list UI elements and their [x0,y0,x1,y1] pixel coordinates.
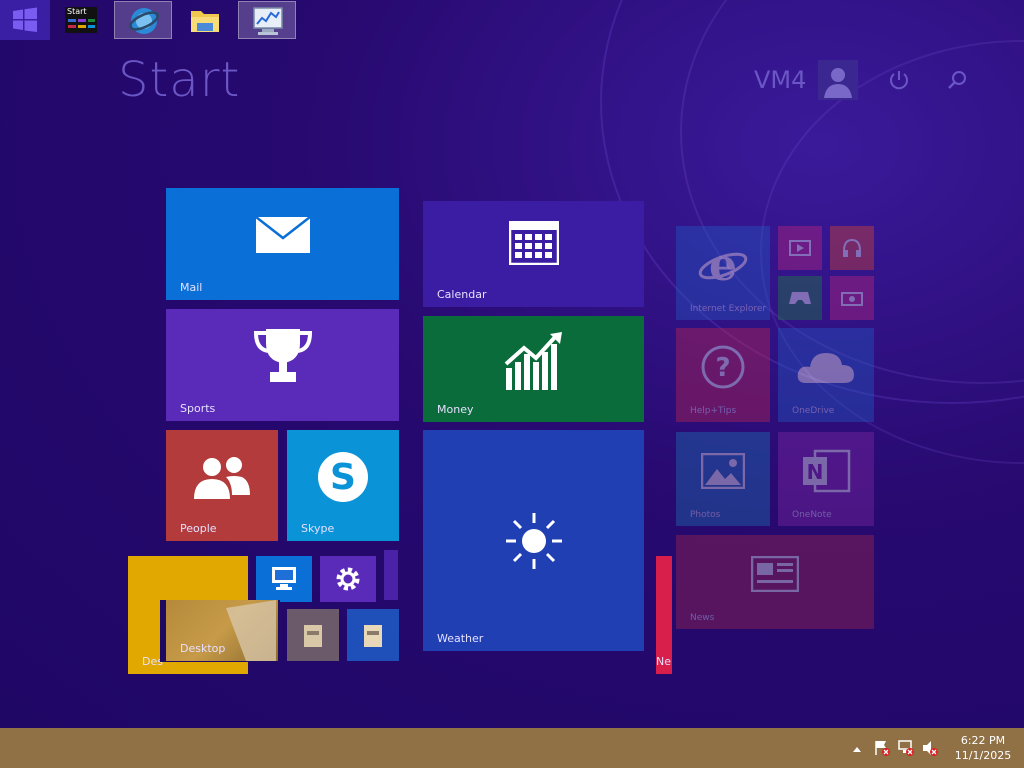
folder-icon [304,625,322,647]
headphones-icon [843,238,861,257]
tile-label: Sports [180,402,216,415]
search-button[interactable] [945,68,969,92]
ie-icon: e [698,240,748,290]
tile-label: OneDrive [792,406,835,416]
network-disconnected-icon [898,740,914,756]
user-name[interactable]: VM4 [754,66,806,94]
folder-icon [364,625,382,647]
show-hidden-icons-button[interactable] [850,728,864,768]
taskbar-item-performance-monitor[interactable] [238,1,296,39]
clock[interactable]: 6:22 PM 11/1/2025 [950,733,1016,763]
onenote-icon: N [803,450,851,493]
svg-text:e: e [709,240,737,290]
ie-globe-icon [128,8,160,34]
svg-text:S: S [330,457,356,498]
tile-news-partial[interactable]: Ne [656,556,672,674]
people-icon [194,456,250,499]
tile-onenote[interactable]: N OneNote [778,432,874,526]
speaker-muted-icon [923,741,938,756]
tile-photos[interactable]: Photos [676,432,770,526]
gamepad-icon [789,292,811,304]
power-icon [890,71,908,90]
avatar[interactable] [818,60,858,100]
tile-label: People [180,522,217,535]
tile-label: Mail [180,281,203,294]
power-button[interactable] [887,68,911,92]
tile-internet-explorer[interactable]: e Internet Explorer [676,226,770,320]
page-title: Start [118,52,241,108]
search-icon [948,71,966,89]
windows-logo-icon [13,7,37,32]
tile-label: Skype [301,522,335,535]
tile-mail[interactable]: Mail [166,188,399,300]
tile-video[interactable] [778,226,822,270]
svg-text:N: N [807,460,824,484]
tile-label: Money [437,403,474,416]
tile-file-explorer-2[interactable] [347,609,399,661]
tile-partial-sliver [384,550,398,600]
taskbar [0,728,1024,768]
start-button[interactable] [0,0,50,40]
tile-people[interactable]: People [166,430,278,541]
tile-label: Help+Tips [690,406,737,416]
tile-camera[interactable] [830,276,874,320]
computer-icon [272,567,296,590]
volume-button[interactable] [920,728,940,768]
tile-file-explorer[interactable] [287,609,339,661]
video-icon [789,240,811,256]
tile-onedrive[interactable]: OneDrive [778,328,874,422]
tile-this-pc[interactable] [256,556,312,602]
svg-text:?: ? [715,353,730,383]
tile-label: Desktop [180,642,226,655]
mail-icon [254,216,311,254]
taskbar-item-file-explorer[interactable] [180,1,230,39]
tile-label: Weather [437,632,484,645]
tile-label: Ne [656,655,671,668]
skype-icon: S [318,451,368,502]
photo-icon [701,453,745,490]
clock-time: 6:22 PM [960,734,1006,747]
clock-date: 11/1/2025 [954,749,1012,762]
tile-news[interactable]: News [676,535,874,629]
tile-money[interactable]: Money [423,316,644,422]
sun-icon [505,512,562,569]
tile-weather[interactable]: Weather [423,430,644,651]
tile-pc-settings[interactable] [320,556,376,602]
folder-icon [191,11,219,32]
money-chart-icon [504,331,562,390]
start-thumbnail-label: Start [67,7,87,16]
action-center-button[interactable] [872,728,892,768]
user-avatar-icon [824,68,852,98]
tile-desktop[interactable]: Desktop [166,600,278,661]
tile-label: News [690,613,715,623]
taskbar-item-internet-explorer[interactable] [114,1,172,39]
calendar-icon [508,221,559,266]
taskbar-item-start[interactable]: Start [56,1,106,39]
tile-label: Photos [690,510,721,520]
tile-music[interactable] [830,226,874,270]
monitor-chart-icon [253,7,283,35]
tile-calendar[interactable]: Calendar [423,201,644,307]
network-button[interactable] [896,728,916,768]
tile-label: Calendar [437,288,487,301]
start-thumbnail-icon: Start [65,7,97,33]
tile-sports[interactable]: Sports [166,309,399,421]
tile-label: OneNote [792,510,832,520]
tile-skype[interactable]: S Skype [287,430,399,541]
tile-games[interactable] [778,276,822,320]
tile-help-tips[interactable]: ? Help+Tips [676,328,770,422]
flag-alert-icon [875,741,890,756]
question-icon: ? [701,345,745,389]
gear-icon [336,567,360,591]
tile-label: Internet Explorer [690,304,767,314]
newspaper-icon [751,556,799,593]
trophy-icon [253,329,312,383]
chevron-up-icon [853,747,861,752]
camera-icon [841,292,863,306]
cloud-icon [797,353,854,384]
